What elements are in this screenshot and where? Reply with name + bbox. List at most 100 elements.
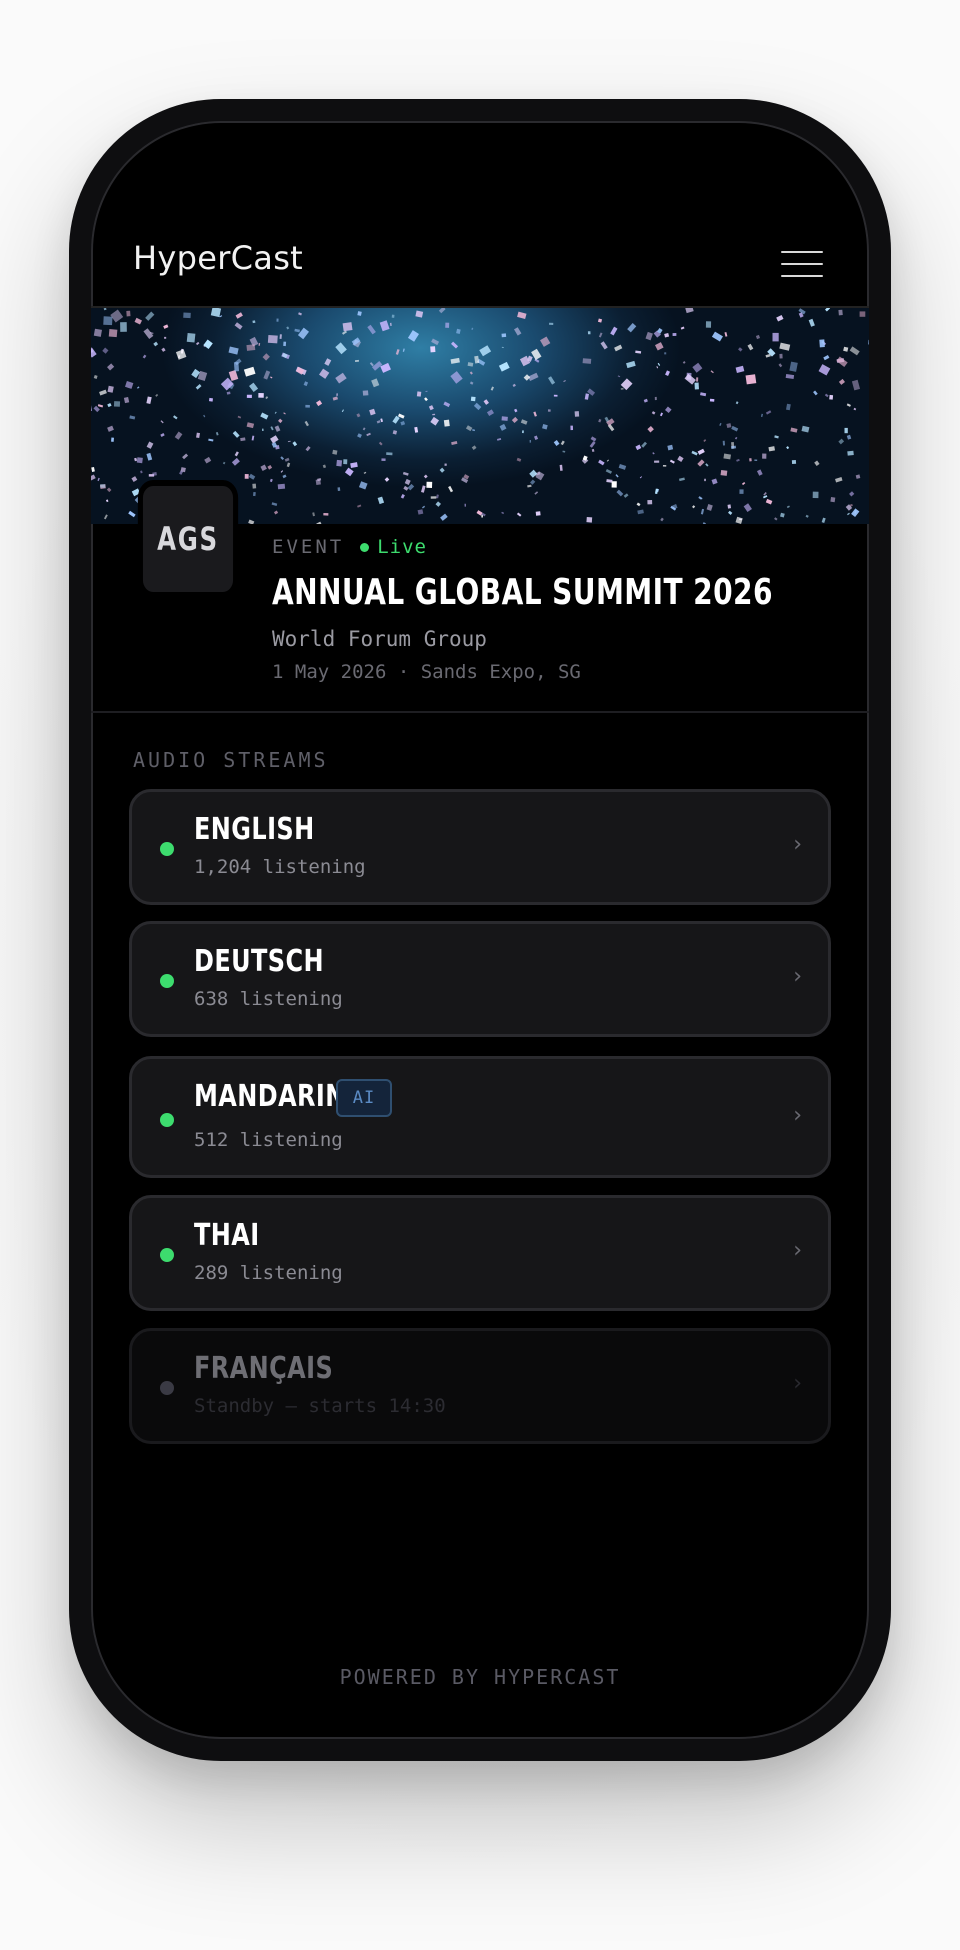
confetti-piece (324, 358, 332, 366)
confetti-piece (443, 401, 451, 408)
confetti-piece (91, 474, 96, 481)
confetti-piece (823, 354, 830, 361)
stream-item-deutsch[interactable]: DEUTSCH 638 listening › (129, 921, 831, 1037)
confetti-piece (684, 373, 696, 385)
confetti-piece (316, 400, 323, 407)
confetti-piece (362, 390, 369, 396)
confetti-piece (103, 514, 108, 520)
confetti-piece (529, 440, 532, 443)
live-dot-icon (160, 1113, 174, 1127)
confetti-piece (711, 478, 718, 485)
confetti-piece (623, 493, 629, 498)
confetti-piece (664, 333, 670, 338)
confetti-piece (423, 474, 428, 479)
confetti-piece (357, 504, 362, 508)
confetti-piece (501, 333, 507, 338)
confetti-piece (267, 335, 278, 344)
stream-item-english[interactable]: ENGLISH 1,204 listening › (129, 789, 831, 905)
confetti-piece (335, 372, 347, 384)
confetti-piece (553, 439, 560, 446)
stream-name: FRANÇAIS (194, 1351, 334, 1386)
confetti-piece (107, 363, 115, 371)
confetti-piece (523, 374, 531, 381)
confetti-piece (208, 397, 213, 402)
confetti-piece (534, 491, 539, 495)
confetti-piece (123, 397, 130, 404)
confetti-piece (432, 413, 436, 416)
stream-item-mandarin[interactable]: MANDARIN AI 512 listening › (129, 1056, 831, 1178)
confetti-piece (723, 453, 732, 460)
chevron-right-icon: › (793, 832, 802, 857)
confetti-piece (407, 330, 419, 342)
confetti-piece (639, 476, 642, 479)
confetti-piece (465, 425, 473, 432)
confetti-piece (103, 316, 113, 326)
confetti-piece (174, 431, 183, 440)
confetti-piece (662, 465, 667, 467)
confetti-piece (344, 467, 354, 477)
confetti-piece (430, 416, 440, 426)
confetti-piece (228, 370, 239, 382)
confetti-piece (531, 348, 542, 360)
live-dot-icon (160, 974, 174, 988)
confetti-piece (464, 503, 466, 507)
confetti-piece (319, 368, 330, 379)
confetti-piece (258, 342, 261, 346)
stream-name: DEUTSCH (194, 944, 324, 979)
confetti-piece (597, 318, 603, 323)
confetti-piece (530, 479, 536, 485)
confetti-piece (534, 435, 539, 441)
confetti-piece (195, 384, 202, 390)
confetti-piece (473, 402, 482, 411)
confetti-piece (654, 342, 664, 351)
confetti-piece (779, 342, 791, 351)
confetti-piece (342, 322, 353, 332)
confetti-piece (274, 411, 277, 414)
confetti-piece (400, 493, 405, 499)
confetti-piece (835, 477, 843, 483)
confetti-piece (719, 422, 722, 426)
confetti-piece (801, 425, 810, 433)
confetti-piece (498, 361, 510, 372)
confetti-piece (395, 349, 400, 355)
confetti-piece (821, 517, 826, 523)
confetti-piece (357, 433, 362, 438)
confetti-piece (691, 450, 698, 456)
confetti-piece (243, 366, 256, 377)
confetti-piece (469, 381, 474, 385)
menu-icon[interactable] (781, 249, 825, 281)
confetti-piece (851, 508, 860, 518)
confetti-piece (651, 411, 656, 415)
app-logo[interactable]: HyperCast (133, 239, 303, 277)
confetti-piece (774, 517, 778, 521)
stream-item-thai[interactable]: THAI 289 listening › (129, 1195, 831, 1311)
confetti-piece (273, 510, 279, 515)
confetti-piece (735, 401, 739, 405)
confetti-piece (160, 420, 164, 424)
confetti-piece (402, 348, 405, 352)
stream-listeners: 512 listening (194, 1129, 343, 1151)
confetti-piece (392, 430, 398, 435)
confetti-piece (304, 420, 309, 427)
confetti-piece (97, 404, 104, 408)
confetti-piece (305, 404, 310, 408)
phone-frame: HyperCast AGS EVENT Live ANNUAL GLOBAL S… (69, 99, 891, 1761)
confetti-piece (369, 362, 374, 367)
confetti-piece (404, 478, 411, 485)
confetti-piece (439, 467, 445, 473)
confetti-piece (618, 464, 627, 470)
confetti-piece (720, 470, 728, 476)
footer-powered-by: POWERED BY HYPERCAST (339, 1665, 621, 1689)
stream-item-francais[interactable]: FRANÇAIS Standby — starts 14:30 › (129, 1328, 831, 1444)
confetti-piece (232, 430, 240, 438)
stream-name: THAI (194, 1218, 260, 1253)
confetti-piece (282, 474, 287, 479)
confetti-piece (474, 355, 480, 364)
confetti-piece (456, 328, 461, 334)
confetti-piece (779, 353, 783, 359)
confetti-piece (260, 412, 269, 420)
confetti-piece (512, 383, 516, 387)
event-avatar: AGS (137, 480, 239, 598)
confetti-piece (761, 413, 763, 418)
confetti-piece (511, 416, 518, 424)
